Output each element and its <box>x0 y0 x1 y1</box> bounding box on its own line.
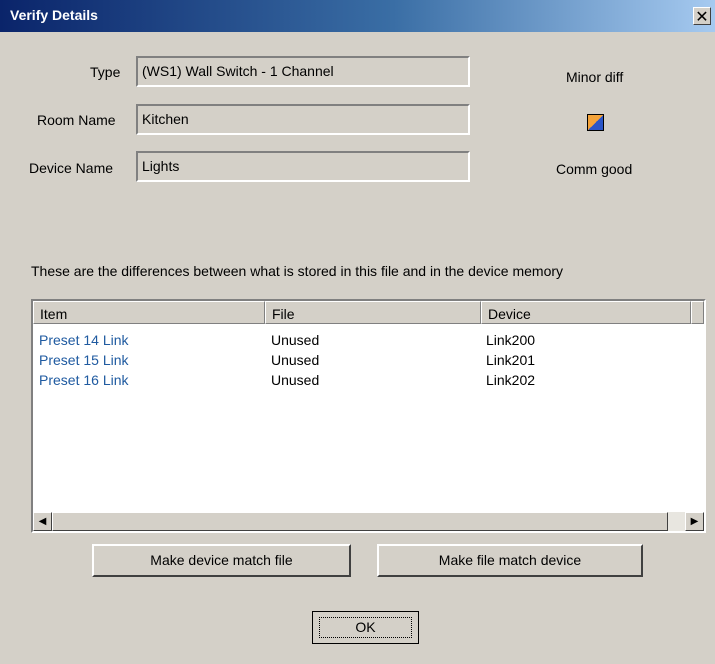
device-name-label: Device Name <box>29 160 114 176</box>
column-header-device[interactable]: Device <box>481 301 691 324</box>
scroll-right-button[interactable]: ▶ <box>685 512 704 531</box>
device-name-field: Lights <box>136 151 470 182</box>
row-device: Link202 <box>486 372 536 388</box>
ok-button-label: OK <box>319 617 412 638</box>
window-title: Verify Details <box>10 7 98 23</box>
row-file: Unused <box>271 372 320 388</box>
status-square-icon <box>587 114 604 131</box>
column-header-filler <box>691 301 704 324</box>
make-device-match-file-button[interactable]: Make device match file <box>92 544 351 577</box>
differences-list[interactable]: Item File Device Preset 14 Link Unused L… <box>31 299 706 533</box>
list-header: Item File Device <box>33 301 704 324</box>
table-row[interactable]: Preset 16 Link Unused Link202 <box>33 372 704 392</box>
title-bar: Verify Details ✕ <box>0 0 715 32</box>
differences-description: These are the differences between what i… <box>31 263 564 279</box>
scroll-left-button[interactable]: ◀ <box>33 512 52 531</box>
row-item: Preset 14 Link <box>39 332 129 348</box>
make-file-match-device-button[interactable]: Make file match device <box>377 544 643 577</box>
ok-button[interactable]: OK <box>312 611 419 644</box>
row-device: Link201 <box>486 352 536 368</box>
type-field: (WS1) Wall Switch - 1 Channel <box>136 56 470 87</box>
arrow-right-icon: ▶ <box>690 516 699 527</box>
row-item: Preset 16 Link <box>39 372 129 388</box>
room-name-field: Kitchen <box>136 104 470 135</box>
row-item: Preset 15 Link <box>39 352 129 368</box>
close-icon: ✕ <box>695 7 709 26</box>
row-file: Unused <box>271 332 320 348</box>
room-name-label: Room Name <box>37 112 116 128</box>
scrollbar-thumb[interactable] <box>52 512 668 531</box>
column-header-item[interactable]: Item <box>33 301 265 324</box>
table-row[interactable]: Preset 14 Link Unused Link200 <box>33 332 704 352</box>
arrow-left-icon: ◀ <box>38 516 47 527</box>
row-device: Link200 <box>486 332 536 348</box>
close-button[interactable]: ✕ <box>693 7 711 26</box>
table-row[interactable]: Preset 15 Link Unused Link201 <box>33 352 704 372</box>
type-label: Type <box>90 64 121 80</box>
diff-status-text: Minor diff <box>566 69 624 85</box>
row-file: Unused <box>271 352 320 368</box>
horizontal-scrollbar[interactable]: ◀ ▶ <box>33 512 704 531</box>
column-header-file[interactable]: File <box>265 301 481 324</box>
comm-status-text: Comm good <box>556 161 633 177</box>
